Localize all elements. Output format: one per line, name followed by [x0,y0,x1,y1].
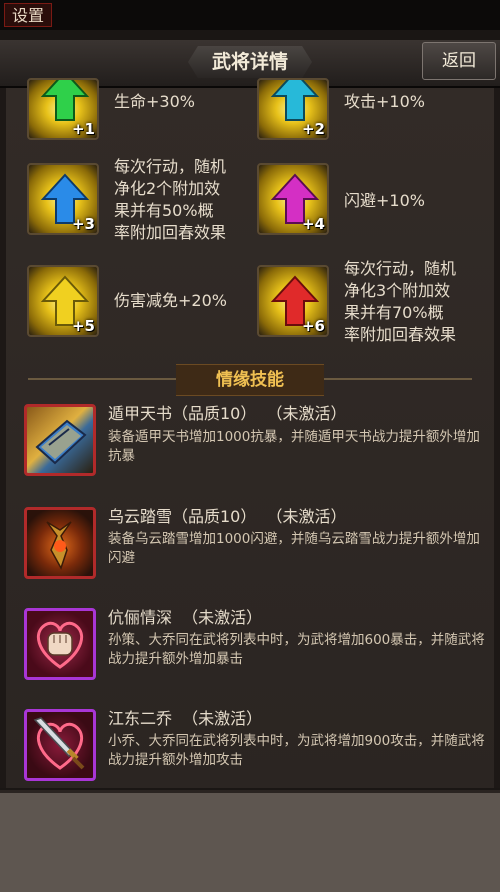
star-level-badge: +3 [71,215,95,233]
star-bonus-text: 每次行动，随机 净化3个附加效 果并有70%概 率附加回春效果 [344,259,457,344]
star-level-5-icon: +5 [27,265,99,337]
star-level-badge: +1 [71,120,95,138]
star-bonus-text: 闪避+10% [344,191,425,210]
star-level-badge: +4 [301,215,325,233]
sword-heart-icon[interactable] [24,709,96,781]
skill-name: 乌云踏雪（品质10） （未激活） [108,507,347,526]
skill-name: 江东二乔 （未激活） [108,709,263,728]
star-level-2-icon: +2 [257,78,329,140]
top-bar: 设置 [0,0,500,30]
warhorse-icon[interactable] [24,507,96,579]
arrow-up-icon [271,80,319,121]
section-title: 情缘技能 [176,364,324,396]
settings-button[interactable]: 设置 [4,3,52,27]
fist-heart-icon[interactable] [24,608,96,680]
star-level-badge: +6 [301,317,325,335]
star-level-4-icon: +4 [257,163,329,235]
star-bonus-text: 生命+30% [114,92,195,111]
skill-description: 装备乌云踏雪增加1000闪避，并随乌云踏雪战力提升额外增加闪避 [108,531,480,566]
star-bonus-text: 每次行动，随机 净化2个附加效 果并有50%概 率附加回春效果 [114,157,227,242]
bottom-panel [0,790,500,892]
skill-description: 装备遁甲天书增加1000抗暴，并随遁甲天书战力提升额外增加抗暴 [108,429,480,464]
star-level-1-icon: +1 [27,78,99,140]
skill-description: 小乔、大乔同在武将列表中时，为武将增加900攻击，并随武将战力提升额外增加攻击 [108,733,485,768]
book-icon[interactable] [24,404,96,476]
star-level-3-icon: +3 [27,163,99,235]
star-level-badge: +2 [301,120,325,138]
star-level-6-icon: +6 [257,265,329,337]
arrow-up-icon [41,80,89,121]
back-button[interactable]: 返回 [422,42,496,80]
page-title: 武将详情 [211,51,288,73]
star-bonus-text: 伤害减免+20% [114,291,227,310]
skill-name: 伉俪情深 （未激活） [108,608,263,627]
skill-name: 遁甲天书（品质10） （未激活） [108,404,347,423]
star-bonus-text: 攻击+10% [344,92,425,111]
skill-description: 孙策、大乔同在武将列表中时，为武将增加600暴击，并随武将战力提升额外增加暴击 [108,632,485,667]
star-level-badge: +5 [71,317,95,335]
